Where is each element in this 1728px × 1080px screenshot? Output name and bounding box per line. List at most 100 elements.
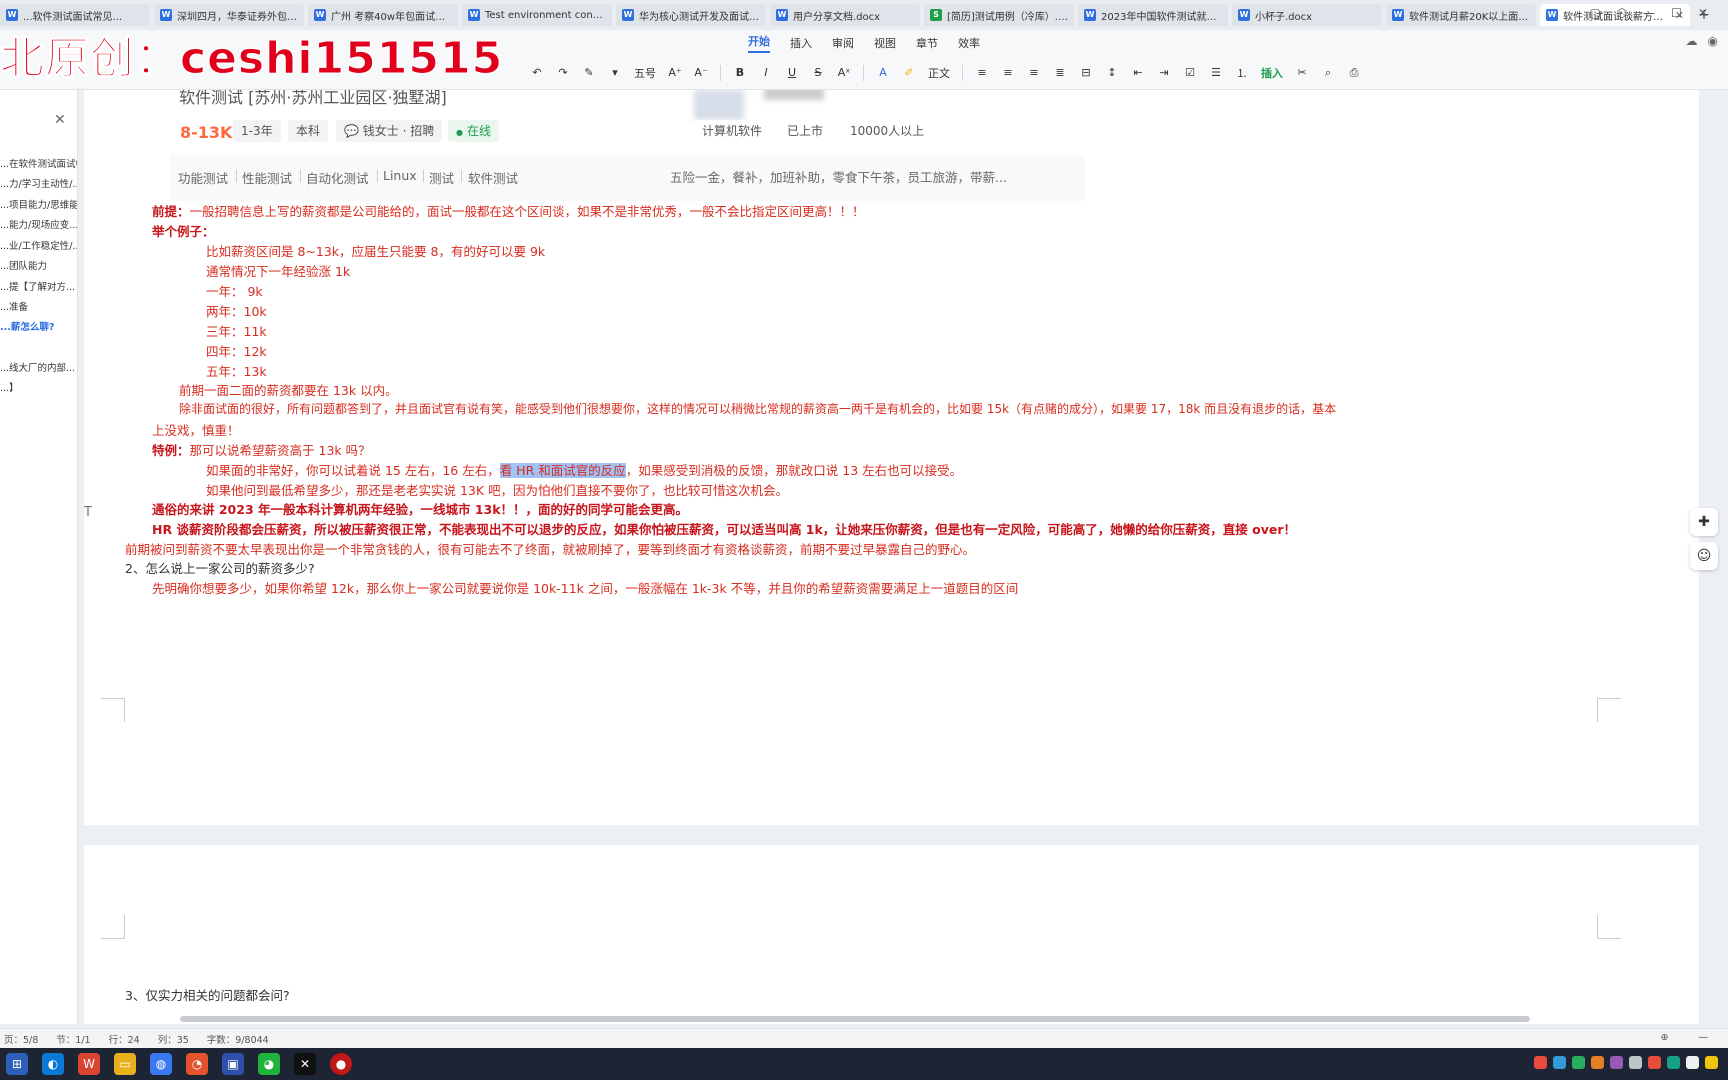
bullet-list-icon[interactable]: ☰	[1209, 66, 1223, 79]
editor-icon[interactable]: ▣	[222, 1053, 244, 1075]
numbered-list-icon[interactable]: ⒈	[1235, 65, 1249, 81]
tray-icon[interactable]	[1572, 1056, 1585, 1069]
body-line: 上没戏，慎重！	[152, 423, 240, 438]
undo-icon[interactable]: ↶	[530, 66, 544, 79]
menu-view[interactable]: 视图	[874, 35, 896, 51]
tray-icon[interactable]	[1667, 1056, 1680, 1069]
font-size-dropdown[interactable]: 五号	[634, 65, 656, 81]
add-comment-icon[interactable]: ✚	[1690, 508, 1718, 536]
underline-icon[interactable]: U	[785, 66, 799, 79]
document-page-next[interactable]: 3、仅实力相关的问题都会问?	[84, 845, 1699, 1024]
divider	[962, 64, 963, 81]
strikethrough-icon[interactable]: S	[811, 66, 825, 79]
bold-icon[interactable]: B	[733, 66, 747, 79]
font-dropdown[interactable]: ▾	[608, 66, 622, 79]
redo-icon[interactable]: ↷	[556, 66, 570, 79]
justify-icon[interactable]: ≣	[1053, 66, 1067, 79]
menu-insert[interactable]: 插入	[790, 35, 812, 51]
outline-item[interactable]: ...准备	[0, 299, 28, 313]
record-icon[interactable]: ●	[330, 1053, 352, 1075]
align-center-icon[interactable]: ≡	[1001, 66, 1015, 79]
minimize-icon[interactable]: —	[1643, 6, 1655, 20]
menu-review[interactable]: 审阅	[832, 35, 854, 51]
shrink-font-icon[interactable]: A⁻	[694, 66, 708, 79]
folder-icon[interactable]: ▭	[114, 1053, 136, 1075]
outline-item[interactable]: ...项目能力/思维能力/...	[0, 197, 77, 211]
outline-item[interactable]: ...团队能力	[0, 258, 47, 272]
tray-icon[interactable]	[1705, 1056, 1718, 1069]
search-icon[interactable]: ⌕	[1321, 66, 1335, 80]
tray-icon[interactable]	[1591, 1056, 1604, 1069]
menu-efficiency[interactable]: 效率	[958, 35, 980, 51]
tab-6[interactable]: S [简历]测试用例（冷库）.xlsx	[924, 4, 1074, 26]
menu-start[interactable]: 开始	[748, 33, 770, 53]
outline-item[interactable]: ...提【了解对方...	[0, 279, 75, 293]
emoji-icon[interactable]: ☺	[1690, 542, 1718, 570]
terminal-icon[interactable]: ✕	[294, 1053, 316, 1075]
close-panel-icon[interactable]: ✕	[54, 112, 66, 128]
indent-increase-icon[interactable]: ⇥	[1157, 66, 1171, 79]
tray-icon[interactable]	[1648, 1056, 1661, 1069]
checkbox-list-icon[interactable]: ☑	[1183, 66, 1197, 79]
browser-icon[interactable]: ◐	[42, 1053, 64, 1075]
format-painter-icon[interactable]: ✎	[582, 66, 596, 79]
tray-icon[interactable]	[1686, 1056, 1699, 1069]
start-icon[interactable]: ⊞	[6, 1053, 28, 1075]
tray-icon[interactable]	[1534, 1056, 1547, 1069]
close-icon[interactable]: ✕	[1698, 6, 1708, 20]
tab-4[interactable]: W 华为核心测试开发及面试方法.d...	[616, 4, 766, 26]
tab-9[interactable]: W 软件测试月薪20K以上面试题...	[1386, 4, 1536, 26]
align-left-icon[interactable]: ≡	[975, 66, 989, 79]
tab-5[interactable]: W 用户分享文档.docx	[770, 4, 920, 26]
outline-item[interactable]: ...线大厂的内部...	[0, 360, 75, 374]
cloud-icon[interactable]: ☁	[1686, 34, 1698, 48]
indent-decrease-icon[interactable]: ⇤	[1131, 66, 1145, 79]
text-selection[interactable]: 看 HR 和面试官的反应	[499, 463, 626, 478]
app-icon[interactable]: ◔	[186, 1053, 208, 1075]
outline-item[interactable]: ...在软件测试面试中的需求点：	[0, 156, 77, 170]
question-heading: 2、怎么说上一家公司的薪资多少?	[125, 561, 315, 576]
zoom-out-icon[interactable]: —	[1699, 1032, 1709, 1043]
body-line: 先明确你想要多少，如果你希望 12k，那么你上一家公司就要说你是 10k-11k…	[152, 581, 1019, 596]
skill-tag: Linux	[383, 168, 417, 183]
font-color-icon[interactable]: A	[876, 66, 890, 79]
outline-item[interactable]: ...薪怎么聊?	[0, 319, 54, 333]
insert-button[interactable]: 插入	[1261, 65, 1283, 81]
align-right-icon[interactable]: ≡	[1027, 66, 1041, 79]
ribbon-right: ☁ ◉	[1686, 34, 1718, 48]
spreadsheet-icon: S	[930, 9, 942, 21]
distribute-icon[interactable]: ⊟	[1079, 66, 1093, 79]
outline-item[interactable]: ...业/工作稳定性/...	[0, 238, 77, 252]
wechat-icon[interactable]: ◕	[258, 1053, 280, 1075]
body-line: 如果他问到最低希望多少，那还是老老实实说 13K 吧，因为怕他们直接不要你了，也…	[206, 483, 789, 498]
recruiter-label: 钱女士 · 招聘	[362, 124, 435, 138]
app-icon[interactable]: ◍	[150, 1053, 172, 1075]
tools-icon[interactable]: ✂	[1295, 66, 1309, 79]
wps-icon[interactable]: W	[78, 1053, 100, 1075]
status-word-count[interactable]: 字数：9/8044	[207, 1032, 269, 1046]
layout-icon[interactable]: ▢	[1589, 6, 1600, 20]
tab-7[interactable]: W 2023年中国软件测试就业指南...	[1078, 4, 1228, 26]
outline-item[interactable]: ...能力/现场应变...	[0, 217, 77, 231]
cube-icon[interactable]: ⬡	[1617, 6, 1627, 20]
tray-icon[interactable]	[1553, 1056, 1566, 1069]
print-icon[interactable]: ⎙	[1347, 66, 1361, 80]
italic-icon[interactable]: I	[759, 66, 773, 79]
menu-section[interactable]: 章节	[916, 35, 938, 51]
tab-8[interactable]: W 小杯子.docx	[1232, 4, 1382, 26]
status-row: 行：24	[108, 1034, 140, 1046]
horizontal-scrollbar[interactable]	[180, 1016, 1530, 1022]
line-spacing-icon[interactable]: ↕	[1105, 66, 1119, 79]
outline-item[interactable]: ...力/学习主动性/...	[0, 176, 77, 190]
tray-icon[interactable]	[1629, 1056, 1642, 1069]
document-page[interactable]: 软件测试 [苏州·苏州工业园区·独墅湖] 8-13K 1-3年 本科 💬 钱女士…	[84, 90, 1699, 825]
outline-item[interactable]: ...】	[0, 380, 19, 394]
superscript-icon[interactable]: Aˣ	[837, 66, 851, 79]
globe-icon[interactable]: ⊕	[1661, 1032, 1669, 1043]
grow-font-icon[interactable]: A⁺	[668, 66, 682, 79]
highlight-icon[interactable]: ✐	[902, 66, 916, 79]
avatar[interactable]: ◉	[1708, 34, 1718, 48]
maximize-icon[interactable]: ☐	[1671, 6, 1682, 20]
paragraph-style-dropdown[interactable]: 正文	[928, 65, 950, 81]
tray-icon[interactable]	[1610, 1056, 1623, 1069]
